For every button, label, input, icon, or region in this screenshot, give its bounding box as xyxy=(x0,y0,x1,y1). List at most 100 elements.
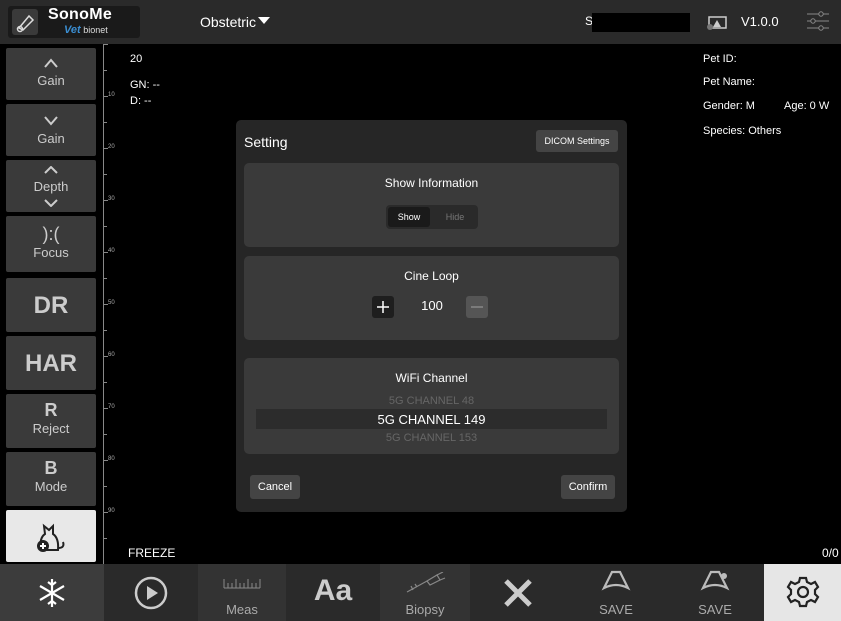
chevron-up-icon xyxy=(44,58,58,68)
gain-down-button[interactable]: Gain xyxy=(6,104,96,156)
b-mode-button[interactable]: B Mode xyxy=(6,452,96,506)
text-icon: Aa xyxy=(313,574,353,607)
wifi-option[interactable]: 5G CHANNEL 153 xyxy=(244,432,619,444)
clear-button[interactable] xyxy=(472,564,564,621)
gender-label: Gender: M xyxy=(703,100,755,112)
har-button[interactable]: HAR xyxy=(6,336,96,390)
measure-button[interactable]: Meas xyxy=(198,564,286,621)
ruler-major-tick xyxy=(103,44,108,45)
chevron-down-icon xyxy=(44,116,58,126)
settings-dialog: Setting DICOM Settings Show Information … xyxy=(236,120,627,512)
show-option[interactable]: Show xyxy=(388,207,430,227)
mode-letter: B xyxy=(44,458,58,478)
show-hide-toggle: Show Hide xyxy=(386,205,478,229)
depth-label: Depth xyxy=(33,179,69,194)
exam-mode-select[interactable]: Obstetric xyxy=(200,14,256,30)
annotation-button[interactable]: Aa xyxy=(288,564,378,621)
ruler-minor-tick xyxy=(103,382,107,383)
reject-letter: R xyxy=(44,400,58,420)
syringe-icon xyxy=(406,571,446,593)
pet-preset-button[interactable] xyxy=(6,510,96,562)
frame-counter: 0/0 xyxy=(822,546,839,560)
species-label: Species: Others xyxy=(703,125,782,137)
version-label: V1.0.0 xyxy=(741,14,779,29)
show-information-section: Show Information Show Hide xyxy=(244,163,619,247)
bottom-toolbar: Meas Aa Biopsy SAVE SAVE xyxy=(0,564,841,621)
wifi-channel-section: WiFi Channel 5G CHANNEL 48 5G CHANNEL 14… xyxy=(244,358,619,454)
logo-brand: bionet xyxy=(83,25,108,35)
biopsy-button[interactable]: Biopsy xyxy=(380,564,470,621)
ruler-minor-tick xyxy=(103,538,107,539)
ruler-icon xyxy=(223,579,261,589)
ruler-minor-tick xyxy=(103,122,107,123)
ruler-minor-tick xyxy=(103,278,107,279)
pet-id-label: Pet ID: xyxy=(703,53,737,65)
probe-status-icon[interactable] xyxy=(706,13,728,31)
dicom-settings-button[interactable]: DICOM Settings xyxy=(536,130,618,152)
top-bar: SonoMe Vet bionet Obstetric S V1.0.0 xyxy=(0,0,841,44)
play-icon xyxy=(134,576,168,610)
wifi-option[interactable]: 5G CHANNEL 48 xyxy=(244,395,619,407)
ruler-tick-label: 90 xyxy=(108,508,115,514)
cancel-button[interactable]: Cancel xyxy=(250,475,300,499)
cine-play-button[interactable] xyxy=(106,564,196,621)
har-label: HAR xyxy=(25,350,77,377)
gain-down-label: Gain xyxy=(37,131,65,146)
sliders-icon[interactable] xyxy=(806,10,830,32)
biopsy-label: Biopsy xyxy=(405,602,445,617)
dr-button[interactable]: DR xyxy=(6,278,96,332)
depth-value: 20 xyxy=(130,53,143,65)
plus-icon xyxy=(377,301,389,313)
confirm-button[interactable]: Confirm xyxy=(561,475,615,499)
depth-ruler: 10 20 30 40 50 60 70 80 90 xyxy=(101,44,121,564)
ruler-minor-tick xyxy=(103,330,107,331)
ruler-minor-tick xyxy=(103,174,107,175)
gain-up-button[interactable]: Gain xyxy=(6,48,96,100)
cine-increase-button[interactable] xyxy=(372,296,394,318)
gain-readout: GN: -- xyxy=(130,79,160,91)
ruler-tick-label: 40 xyxy=(108,248,115,254)
logo-title: SonoMe xyxy=(48,6,113,23)
hide-option[interactable]: Hide xyxy=(434,207,476,227)
mode-label: Mode xyxy=(34,479,68,494)
focus-icon: ):( xyxy=(42,224,60,244)
probe-logo-icon xyxy=(12,9,38,35)
ruler-minor-tick xyxy=(103,226,107,227)
focus-label: Focus xyxy=(33,245,69,260)
ruler-tick-label: 20 xyxy=(108,144,115,150)
freeze-button[interactable] xyxy=(0,564,104,621)
wifi-option-selected[interactable]: 5G CHANNEL 149 xyxy=(244,412,619,427)
serial-redacted xyxy=(592,13,690,32)
cine-decrease-button[interactable] xyxy=(466,296,488,318)
focus-button[interactable]: ):( Focus xyxy=(6,216,96,272)
chevron-down-icon[interactable] xyxy=(258,15,270,25)
minus-icon xyxy=(471,306,483,308)
wifi-channel-title: WiFi Channel xyxy=(395,371,468,385)
settings-button[interactable] xyxy=(764,564,841,621)
ruler-tick-label: 50 xyxy=(108,300,115,306)
pet-icon xyxy=(37,523,65,552)
meas-label: Meas xyxy=(226,602,258,617)
save-image-label: SAVE xyxy=(599,602,633,617)
logo-vet: Vet xyxy=(64,24,81,36)
save-cine-label: SAVE xyxy=(698,602,732,617)
save-cine-button[interactable]: SAVE xyxy=(668,564,762,621)
ruler-minor-tick xyxy=(103,434,107,435)
reject-label: Reject xyxy=(32,421,70,436)
dialog-title: Setting xyxy=(244,134,288,150)
probe-image-icon xyxy=(601,570,631,591)
freeze-status: FREEZE xyxy=(128,546,176,560)
save-image-button[interactable]: SAVE xyxy=(566,564,666,621)
ruler-tick-label: 70 xyxy=(108,404,115,410)
ruler-tick-label: 80 xyxy=(108,456,115,462)
ruler-minor-tick xyxy=(103,70,107,71)
ruler-minor-tick xyxy=(103,486,107,487)
depth-button[interactable]: Depth xyxy=(6,160,96,212)
age-label: Age: 0 W xyxy=(784,100,830,112)
reject-button[interactable]: R Reject xyxy=(6,394,96,448)
pet-name-label: Pet Name: xyxy=(703,76,755,88)
close-icon xyxy=(504,579,532,607)
chevron-down-icon xyxy=(44,199,58,208)
dr-label: DR xyxy=(33,292,69,319)
dynamic-readout: D: -- xyxy=(130,95,152,107)
